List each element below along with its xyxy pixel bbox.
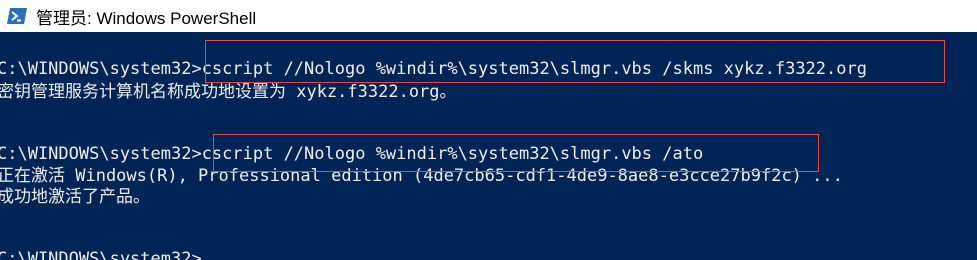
console-line-skms-result: 密钥管理服务计算机名称成功地设置为 xykz.f3322.org。: [0, 82, 457, 102]
console-line-command-skms: C:\WINDOWS\system32>cscript //Nologo %wi…: [0, 59, 867, 79]
window-title: 管理员: Windows PowerShell: [36, 8, 257, 28]
console-output[interactable]: C:\WINDOWS\system32>cscript //Nologo %wi…: [0, 32, 977, 260]
powershell-icon: [7, 8, 27, 24]
console-line-activation-success: 成功地激活了产品。: [0, 187, 150, 207]
powershell-window: 管理员: Windows PowerShell C:\WINDOWS\syste…: [0, 0, 977, 260]
console-line-prompt: C:\WINDOWS\system32>: [0, 249, 202, 260]
title-bar[interactable]: 管理员: Windows PowerShell: [0, 0, 977, 32]
console-line-activating: 正在激活 Windows(R), Professional edition (4…: [0, 166, 843, 186]
console-line-command-ato: C:\WINDOWS\system32>cscript //Nologo %wi…: [0, 144, 704, 164]
